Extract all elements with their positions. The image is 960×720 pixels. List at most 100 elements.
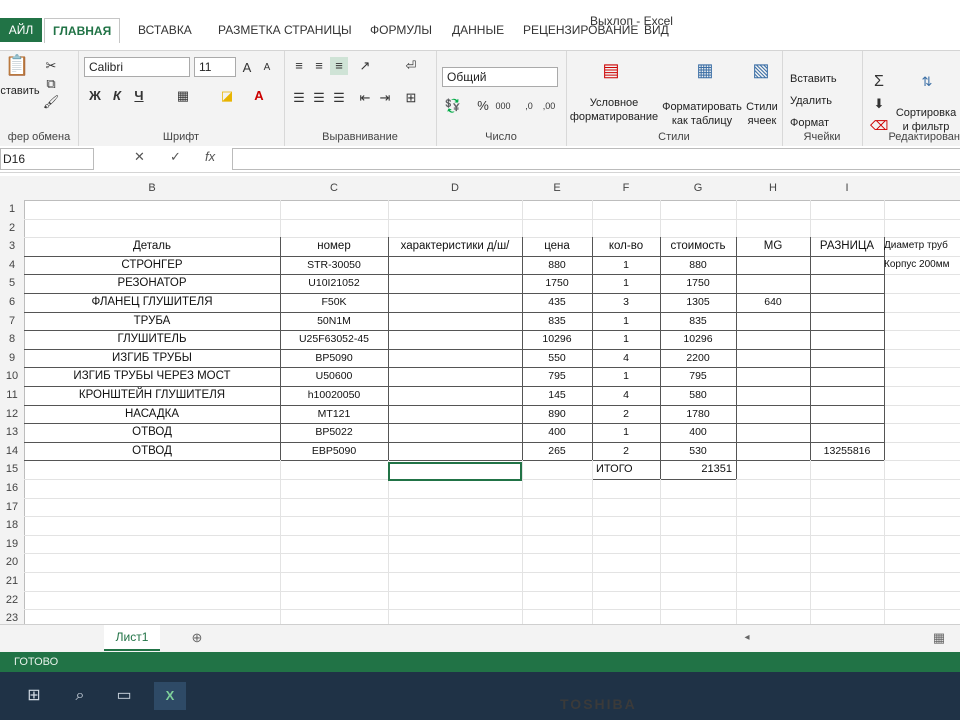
enter-icon[interactable]: ✓ [170,149,181,165]
cell[interactable] [660,590,737,611]
cell[interactable] [522,534,593,555]
table-cell[interactable]: 1 [592,423,661,443]
copy-icon[interactable]: ⧉ [42,75,60,93]
table-header-cell[interactable]: цена [522,237,593,257]
insert-cells-button[interactable]: Вставить [790,73,860,85]
column-header-h[interactable]: H [736,176,811,201]
format-cells-button[interactable]: Формат [790,117,860,129]
table-cell[interactable]: ИЗГИБ ТРУБЫ [24,348,281,369]
total-value-cell[interactable]: 21351 [660,460,737,480]
cell[interactable] [280,516,389,536]
increase-decimal-icon[interactable]: ,0 [520,97,538,115]
cell[interactable] [388,590,523,611]
table-cell[interactable]: 835 [522,311,593,332]
table-cell[interactable]: 580 [660,386,737,406]
cell[interactable] [522,479,593,499]
row-header-15[interactable]: 15 [0,460,25,479]
table-cell[interactable]: 10296 [660,330,737,350]
column-header-extra[interactable] [884,176,960,201]
merge-cells-icon[interactable]: ⊞ [402,89,420,107]
cell[interactable] [660,479,737,499]
table-cell[interactable]: 10296 [522,330,593,350]
table-cell[interactable]: 880 [660,255,737,276]
table-header-cell[interactable]: характеристики д/ш/ [388,237,523,257]
table-cell[interactable]: 1305 [660,293,737,313]
table-header-cell[interactable]: РАЗНИЦА [810,237,885,257]
row-header-13[interactable]: 13 [0,423,25,442]
table-cell[interactable]: U25F63052-45 [280,330,389,350]
table-cell[interactable]: 4 [592,348,661,369]
cell-styles-icon[interactable]: ▧ [752,61,770,79]
row-header-8[interactable]: 8 [0,330,25,349]
table-cell[interactable]: 550 [522,348,593,369]
cell[interactable] [736,590,811,611]
table-cell[interactable] [810,255,885,276]
cell[interactable] [24,534,281,555]
cell[interactable] [24,590,281,611]
table-cell[interactable]: 880 [522,255,593,276]
row-header-16[interactable]: 16 [0,479,25,498]
column-header-b[interactable]: B [24,176,281,201]
cell[interactable] [884,219,960,239]
table-cell[interactable]: 145 [522,386,593,406]
table-cell[interactable] [736,274,811,294]
table-cell[interactable] [388,330,523,350]
cell[interactable] [660,572,737,592]
table-cell[interactable] [810,311,885,332]
cell[interactable] [522,497,593,518]
row-header-14[interactable]: 14 [0,441,25,461]
table-cell[interactable] [388,293,523,313]
table-cell[interactable]: 2 [592,404,661,425]
name-box[interactable]: D16 [0,148,94,170]
font-color-icon[interactable]: A [250,87,268,105]
cell[interactable] [884,498,960,518]
table-cell[interactable] [810,367,885,387]
cell[interactable] [660,497,737,518]
table-header-cell[interactable]: номер [280,237,389,257]
table-cell[interactable]: 50N1M [280,311,389,332]
cell[interactable] [660,218,737,239]
italic-button[interactable]: К [108,87,126,105]
tab-data[interactable]: ДАННЫЕ [444,18,512,42]
font-name-select[interactable]: Calibri [84,57,190,77]
bold-button[interactable]: Ж [86,87,104,105]
table-cell[interactable]: 400 [660,423,737,443]
table-cell[interactable]: ОТВОД [24,441,281,462]
cell[interactable] [810,200,885,220]
row-header-2[interactable]: 2 [0,218,25,238]
row-header-21[interactable]: 21 [0,572,25,591]
table-cell[interactable]: 1 [592,255,661,276]
table-cell[interactable] [388,255,523,276]
cell[interactable] [810,534,885,555]
table-header-cell[interactable]: Деталь [24,237,281,257]
cell[interactable] [24,460,281,480]
table-cell[interactable] [388,441,523,462]
currency-icon[interactable]: 💱 [444,97,462,115]
row-header-6[interactable]: 6 [0,293,25,312]
delete-cells-button[interactable]: Удалить [790,95,860,107]
cell[interactable] [24,516,281,536]
cell[interactable] [24,479,281,499]
cell[interactable] [884,200,960,220]
table-header-cell[interactable]: кол-во [592,237,661,257]
table-cell[interactable]: 2 [592,441,661,462]
table-cell[interactable] [810,293,885,313]
table-cell[interactable]: 1 [592,274,661,294]
table-cell[interactable] [810,330,885,350]
cell[interactable] [280,497,389,518]
table-cell[interactable] [736,348,811,369]
table-cell[interactable]: 435 [522,293,593,313]
cell[interactable] [736,553,811,573]
cell[interactable] [522,572,593,592]
table-cell[interactable]: U50600 [280,367,389,387]
decrease-indent-icon[interactable]: ⇤ [356,89,374,107]
cell[interactable] [884,330,960,350]
cell[interactable] [884,516,960,536]
table-cell[interactable]: 530 [660,441,737,462]
cut-icon[interactable]: ✂ [42,57,60,75]
add-sheet-icon[interactable]: ⊕ [188,629,206,647]
excel-taskbar-icon[interactable]: X [154,682,186,710]
cell[interactable] [884,312,960,332]
cell[interactable] [388,534,523,555]
tab-insert[interactable]: ВСТАВКА [130,18,200,42]
